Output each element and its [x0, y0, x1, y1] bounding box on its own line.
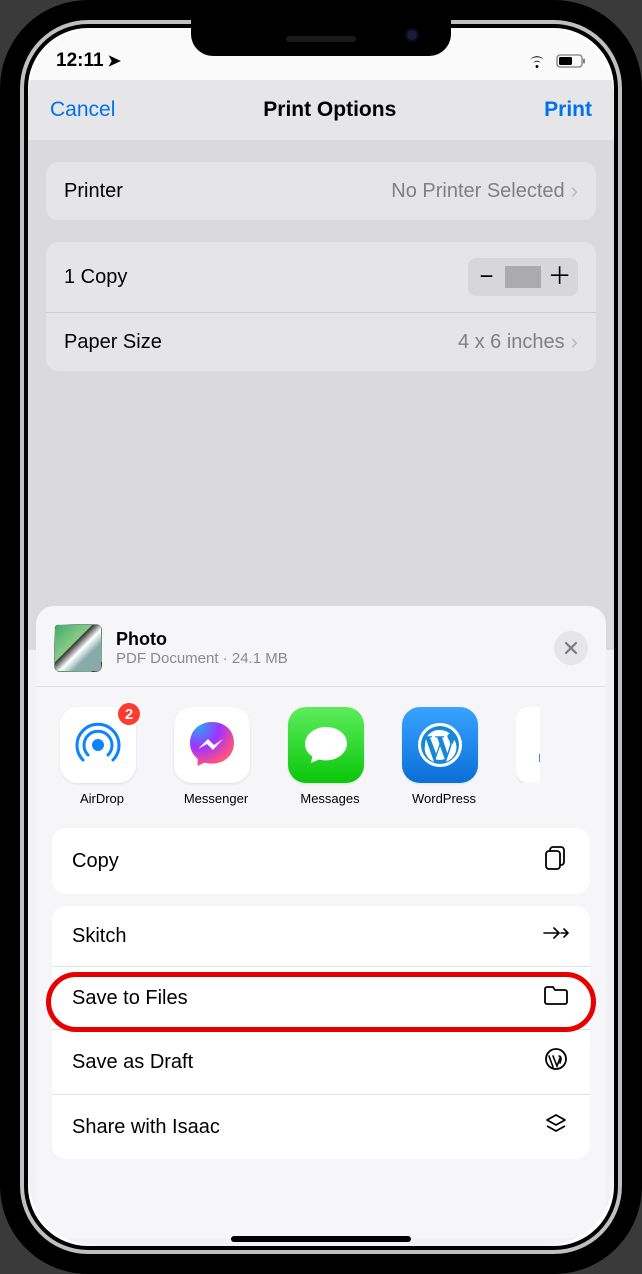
messages-icon: [288, 707, 364, 783]
badge: 2: [116, 701, 142, 727]
cancel-button[interactable]: Cancel: [50, 98, 115, 122]
action-share-with-isaac[interactable]: Share with Isaac: [52, 1094, 590, 1159]
chevron-right-icon: ›: [571, 178, 578, 204]
action-label: Skitch: [72, 925, 126, 948]
printer-row[interactable]: Printer No Printer Selected ›: [46, 162, 596, 220]
close-button[interactable]: [554, 631, 588, 665]
location-arrow-icon: ➤: [108, 51, 121, 71]
action-save-to-files[interactable]: Save to Files: [52, 966, 590, 1029]
device-notch: [191, 20, 451, 56]
messenger-icon: [174, 707, 250, 783]
share-app-overflow[interactable]: [516, 707, 540, 806]
share-item-title: Photo: [116, 629, 554, 650]
print-button[interactable]: Print: [544, 98, 592, 122]
copies-stepper[interactable]: − ＋: [468, 258, 578, 296]
stepper-plus[interactable]: ＋: [541, 258, 578, 296]
copies-group: 1 Copy − ＋ Paper Size 4 x 6 inches ›: [46, 242, 596, 371]
airdrop-icon: 2: [60, 707, 136, 783]
app-label: Messages: [288, 791, 372, 806]
app-label: AirDrop: [60, 791, 144, 806]
printer-value: No Printer Selected: [391, 180, 564, 203]
action-copy[interactable]: Copy: [52, 828, 590, 894]
copy-icon: [542, 845, 570, 877]
share-header: Photo PDF Document · 24.1 MB: [36, 606, 606, 687]
copies-row: 1 Copy − ＋: [46, 242, 596, 312]
share-item-subtitle: PDF Document · 24.1 MB: [116, 650, 554, 667]
share-thumbnail: [54, 624, 102, 672]
wordpress-small-icon: [542, 1047, 570, 1077]
action-label: Save as Draft: [72, 1051, 193, 1074]
action-card-main: Skitch Save to Files Save as Draft: [52, 906, 590, 1159]
share-app-airdrop[interactable]: 2 AirDrop: [60, 707, 144, 806]
action-label: Save to Files: [72, 987, 188, 1010]
share-app-wordpress[interactable]: WordPress: [402, 707, 486, 806]
action-label: Share with Isaac: [72, 1116, 220, 1139]
skitch-icon: [542, 923, 570, 949]
action-skitch[interactable]: Skitch: [52, 906, 590, 966]
paper-size-row[interactable]: Paper Size 4 x 6 inches ›: [46, 312, 596, 371]
page-title: Print Options: [263, 98, 396, 122]
paper-value: 4 x 6 inches: [458, 331, 565, 354]
folder-icon: [542, 984, 570, 1012]
print-options-page: Cancel Print Options Print Printer No Pr…: [28, 80, 614, 650]
nav-bar: Cancel Print Options Print: [28, 80, 614, 140]
printer-group: Printer No Printer Selected ›: [46, 162, 596, 220]
stepper-separator: [505, 266, 542, 288]
share-sheet: Photo PDF Document · 24.1 MB 2 AirDrop: [36, 606, 606, 1238]
chevron-right-icon: ›: [571, 329, 578, 355]
actions-list: Copy Skitch Save to Files: [36, 824, 606, 1159]
action-label: Copy: [72, 850, 119, 873]
wordpress-icon: [402, 707, 478, 783]
status-time: 12:11: [56, 50, 104, 72]
action-save-as-draft[interactable]: Save as Draft: [52, 1029, 590, 1094]
layers-icon: [542, 1112, 570, 1142]
share-apps: 2 AirDrop Messenger Messages: [36, 687, 606, 824]
paper-label: Paper Size: [64, 331, 162, 354]
printer-label: Printer: [64, 180, 123, 203]
stepper-minus[interactable]: −: [468, 258, 505, 296]
share-app-messenger[interactable]: Messenger: [174, 707, 258, 806]
action-card-copy: Copy: [52, 828, 590, 894]
share-app-messages[interactable]: Messages: [288, 707, 372, 806]
wifi-icon: [526, 53, 548, 69]
battery-icon: [556, 54, 586, 68]
app-label: Messenger: [174, 791, 258, 806]
copies-label: 1 Copy: [64, 266, 127, 289]
app-label: WordPress: [402, 791, 486, 806]
